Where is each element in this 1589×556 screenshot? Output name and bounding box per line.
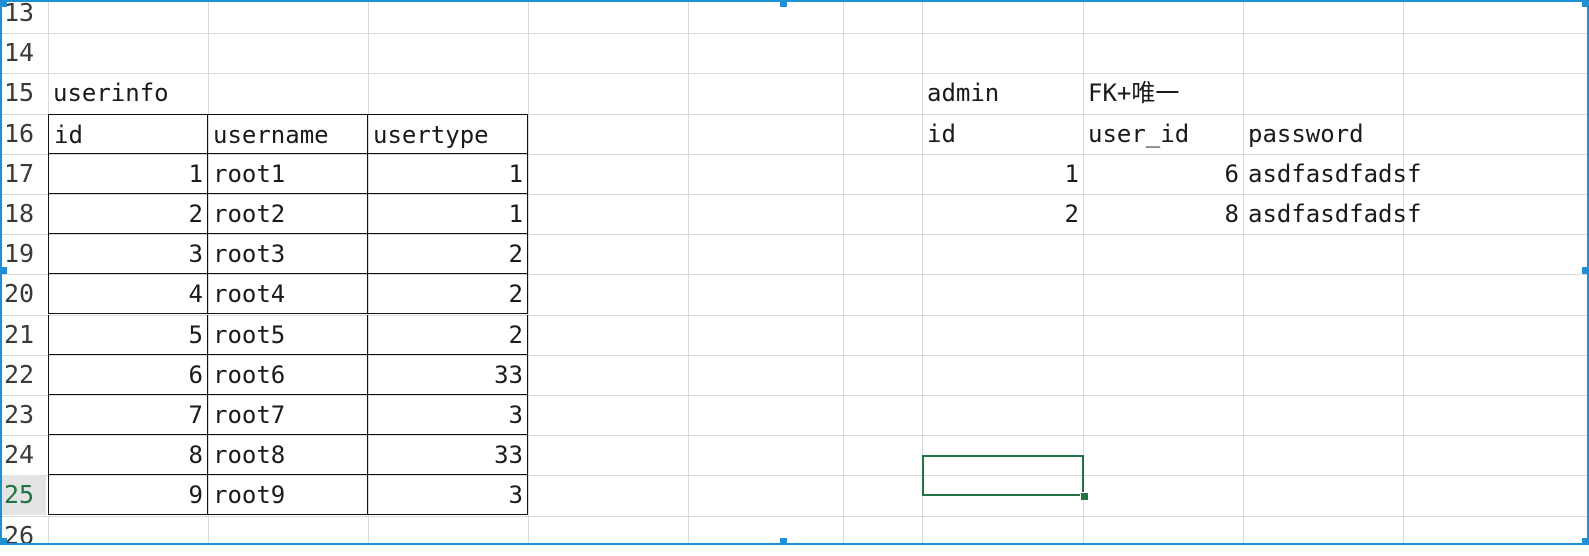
userinfo-data-cell[interactable]: 3: [368, 395, 528, 435]
gridline-horizontal: [0, 516, 1589, 517]
userinfo-data-cell[interactable]: 2: [368, 234, 528, 274]
gridline-horizontal: [0, 73, 1589, 74]
fill-handle[interactable]: [1080, 492, 1089, 501]
admin-header-cell[interactable]: id: [922, 114, 1083, 154]
userinfo-data-cell[interactable]: root3: [208, 234, 368, 274]
userinfo-data-cell[interactable]: 9: [48, 475, 208, 515]
gridline-vertical: [1243, 0, 1244, 545]
admin-header-cell[interactable]: password: [1243, 114, 1403, 154]
userinfo-data-cell[interactable]: 2: [368, 315, 528, 355]
gridline-vertical: [688, 0, 689, 545]
userinfo-data-cell[interactable]: 2: [48, 194, 208, 234]
admin-data-cell[interactable]: 6: [1083, 154, 1243, 194]
resize-handle[interactable]: [0, 0, 7, 7]
resize-handle[interactable]: [0, 538, 7, 545]
userinfo-data-cell[interactable]: 1: [368, 154, 528, 194]
admin-data-cell[interactable]: 8: [1083, 194, 1243, 234]
row-header[interactable]: 18: [0, 194, 46, 234]
userinfo-data-cell[interactable]: 33: [368, 355, 528, 395]
userinfo-data-cell[interactable]: 6: [48, 355, 208, 395]
gridline-vertical: [528, 0, 529, 545]
userinfo-data-cell[interactable]: 8: [48, 435, 208, 475]
userinfo-header-cell[interactable]: id: [48, 114, 208, 154]
userinfo-data-cell[interactable]: 4: [48, 274, 208, 314]
row-header[interactable]: 24: [0, 435, 46, 475]
admin-data-cell[interactable]: asdfasdfadsf: [1243, 154, 1421, 194]
admin-header-cell[interactable]: user_id: [1083, 114, 1243, 154]
userinfo-data-cell[interactable]: root4: [208, 274, 368, 314]
gridline-vertical: [1403, 0, 1404, 545]
resize-handle[interactable]: [0, 267, 7, 274]
row-header[interactable]: 22: [0, 355, 46, 395]
row-header[interactable]: 17: [0, 154, 46, 194]
gridline-vertical: [843, 0, 844, 545]
userinfo-data-cell[interactable]: root6: [208, 355, 368, 395]
userinfo-data-cell[interactable]: root2: [208, 194, 368, 234]
gridline-horizontal: [0, 33, 1589, 34]
spreadsheet-grid[interactable]: 13 14 15 16 17 18 19 20 21 22 23 24 25 26 userinfo id us…: [0, 0, 1589, 550]
row-header[interactable]: 26: [0, 516, 46, 556]
resize-handle[interactable]: [1582, 538, 1589, 545]
userinfo-header-cell[interactable]: username: [208, 114, 368, 154]
userinfo-data-cell[interactable]: 3: [368, 475, 528, 515]
userinfo-title-cell[interactable]: userinfo: [48, 73, 208, 113]
userinfo-data-cell[interactable]: 33: [368, 435, 528, 475]
admin-data-cell[interactable]: 2: [922, 194, 1083, 234]
row-header[interactable]: 16: [0, 114, 46, 154]
row-header[interactable]: 20: [0, 274, 46, 314]
row-header[interactable]: 15: [0, 73, 46, 113]
resize-handle[interactable]: [780, 0, 787, 7]
userinfo-data-cell[interactable]: 7: [48, 395, 208, 435]
admin-note-cell[interactable]: FK+唯一: [1083, 73, 1243, 113]
userinfo-data-cell[interactable]: 1: [368, 194, 528, 234]
row-header[interactable]: 23: [0, 395, 46, 435]
admin-data-cell[interactable]: asdfasdfadsf: [1243, 194, 1421, 234]
selected-cell-outline[interactable]: [922, 455, 1084, 496]
selection-frame-edge: [0, 0, 1589, 2]
userinfo-data-cell[interactable]: root8: [208, 435, 368, 475]
resize-handle[interactable]: [1582, 0, 1589, 7]
userinfo-data-cell[interactable]: root5: [208, 315, 368, 355]
userinfo-header-cell[interactable]: usertype: [368, 114, 528, 154]
userinfo-data-cell[interactable]: 2: [368, 274, 528, 314]
userinfo-data-cell[interactable]: root1: [208, 154, 368, 194]
resize-handle[interactable]: [1582, 267, 1589, 274]
row-header[interactable]: 21: [0, 315, 46, 355]
userinfo-data-cell[interactable]: 1: [48, 154, 208, 194]
userinfo-data-cell[interactable]: 5: [48, 315, 208, 355]
userinfo-data-cell[interactable]: root7: [208, 395, 368, 435]
admin-title-cell[interactable]: admin: [922, 73, 1083, 113]
row-header[interactable]: 25: [0, 475, 46, 515]
userinfo-data-cell[interactable]: 3: [48, 234, 208, 274]
row-header[interactable]: 14: [0, 33, 46, 73]
userinfo-data-cell[interactable]: root9: [208, 475, 368, 515]
admin-data-cell[interactable]: 1: [922, 154, 1083, 194]
resize-handle[interactable]: [780, 538, 787, 545]
